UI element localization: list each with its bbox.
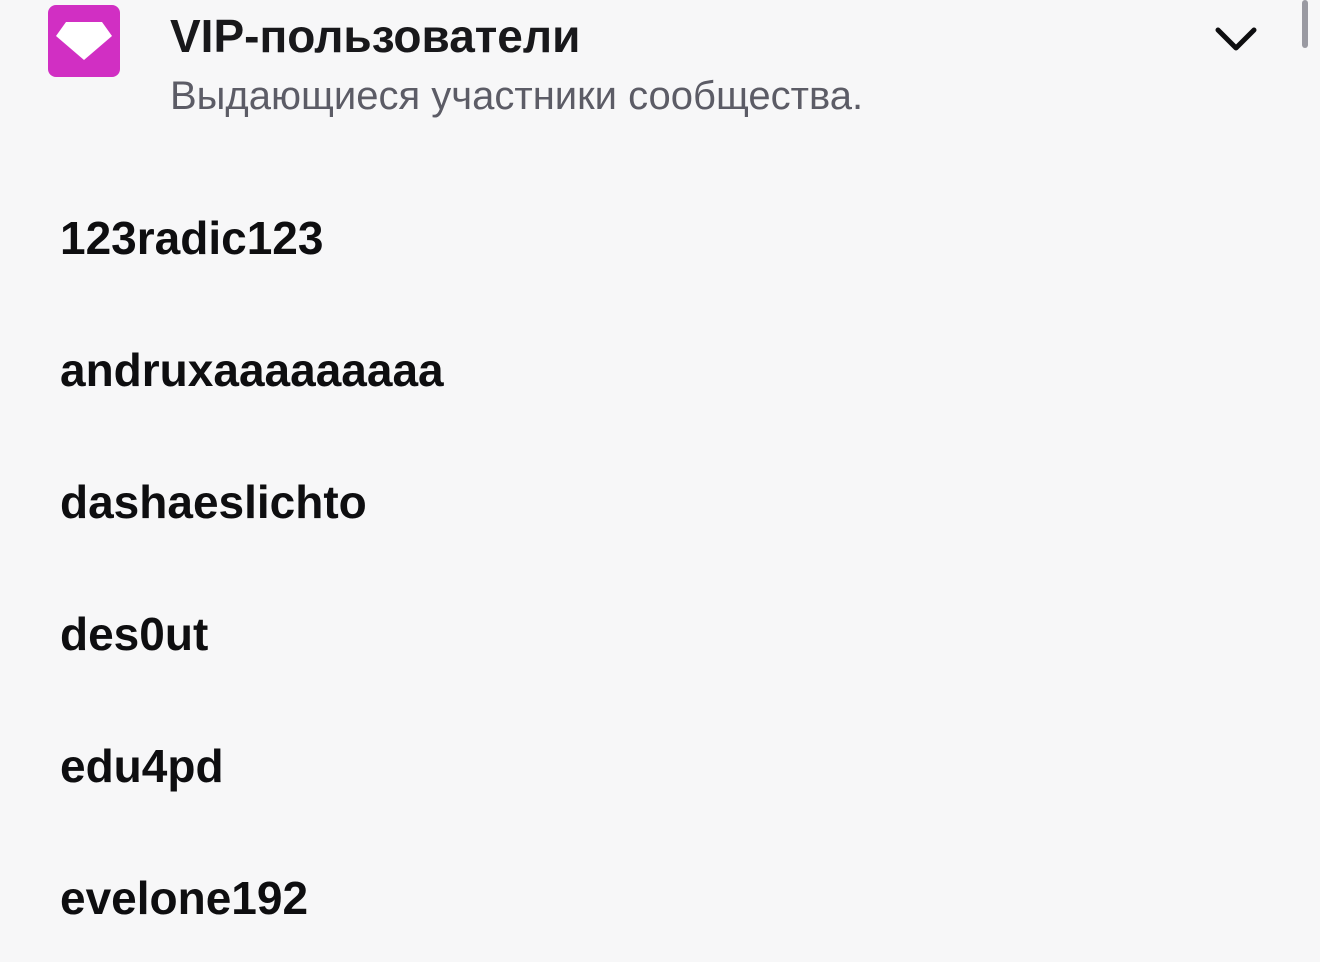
section-title: VIP-пользователи (170, 10, 581, 62)
list-item[interactable]: des0ut (0, 568, 1320, 700)
list-item[interactable]: edu4pd (0, 700, 1320, 832)
section-subtitle: Выдающиеся участники сообщества. (170, 74, 864, 118)
list-item[interactable]: evelone192 (0, 832, 1320, 962)
vip-users-panel: VIP-пользователи Выдающиеся участники со… (0, 0, 1320, 962)
scrollbar[interactable] (1302, 0, 1308, 48)
list-item[interactable]: 123radic123 (0, 172, 1320, 304)
list-item[interactable]: andruxaaaaaaaaa (0, 304, 1320, 436)
list-item[interactable]: dashaeslichto (0, 436, 1320, 568)
username: evelone192 (60, 872, 309, 924)
username: 123radic123 (60, 212, 324, 264)
vip-user-list: 123radic123 andruxaaaaaaaaa dashaeslicht… (0, 172, 1320, 962)
vip-diamond-icon (48, 5, 120, 77)
username: des0ut (60, 608, 209, 660)
username: dashaeslichto (60, 476, 367, 528)
section-header[interactable]: VIP-пользователи Выдающиеся участники со… (0, 0, 1320, 130)
chevron-down-icon[interactable] (1208, 18, 1264, 62)
username: andruxaaaaaaaaa (60, 344, 444, 396)
username: edu4pd (60, 740, 224, 792)
